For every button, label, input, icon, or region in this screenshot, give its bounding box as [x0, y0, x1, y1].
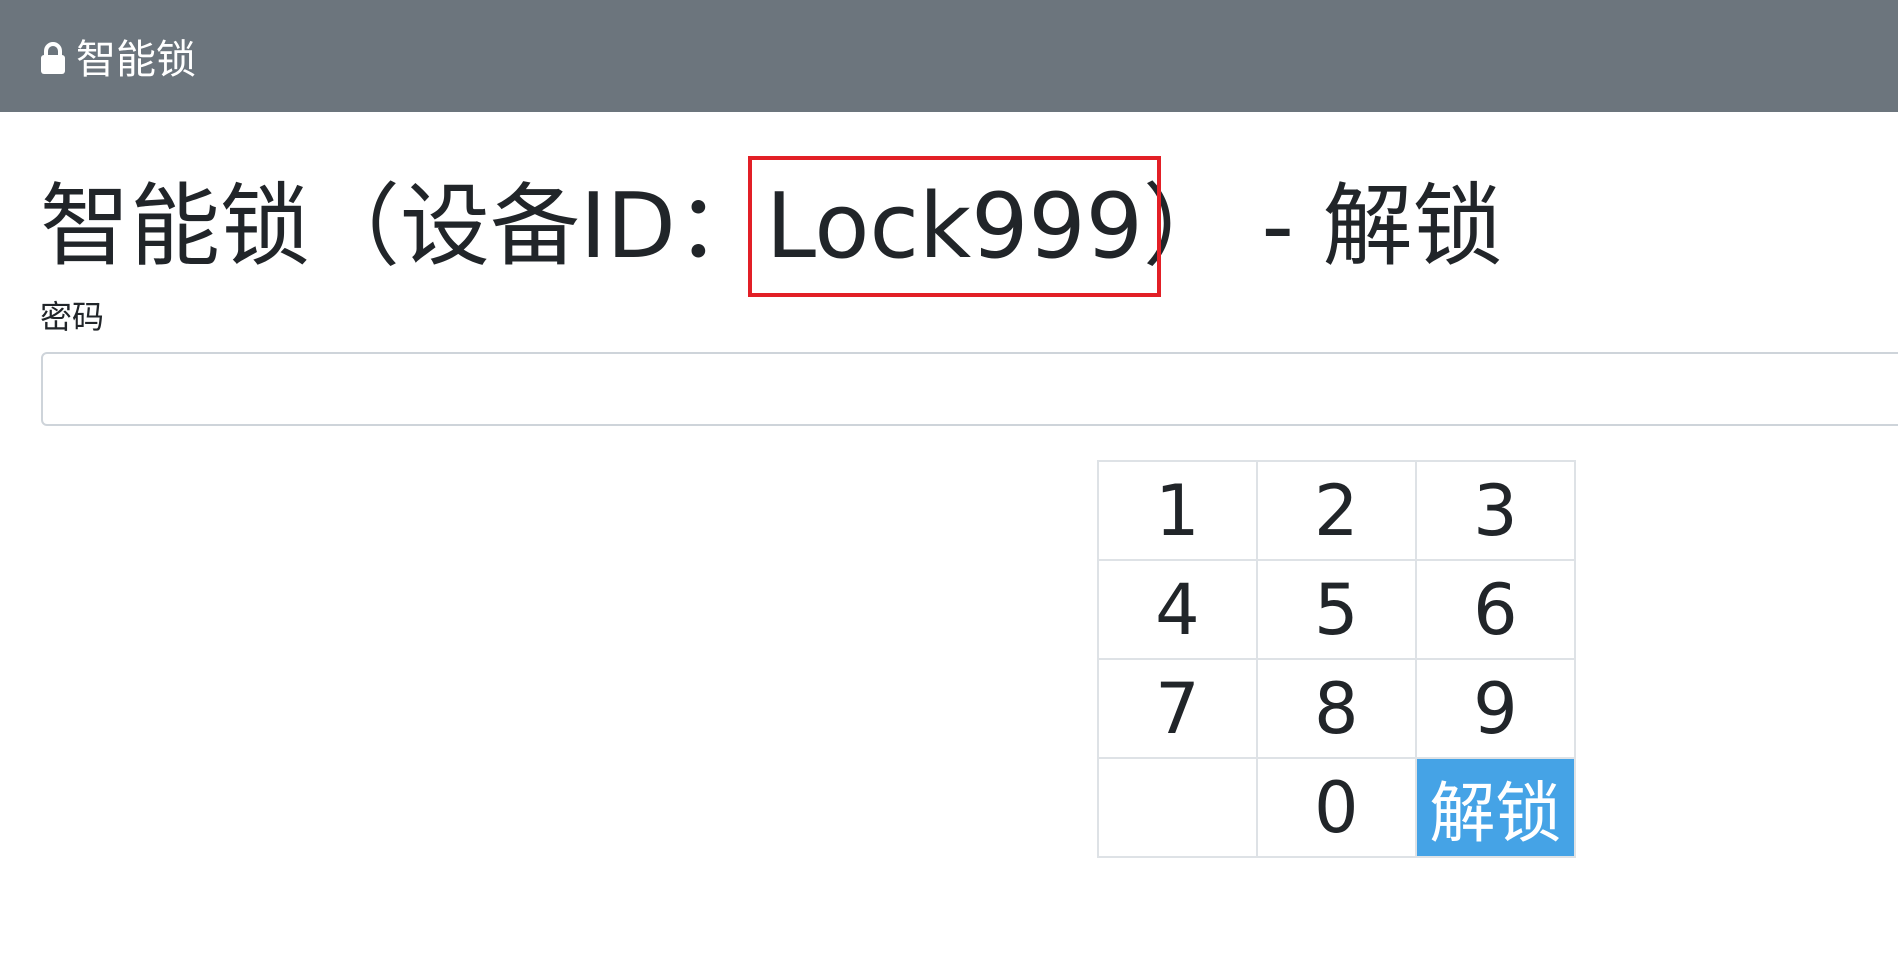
navbar-brand-label: 智能锁 [76, 37, 196, 83]
navbar: 智能锁 [0, 0, 1898, 112]
title-suffix: ） - 解锁 [1142, 174, 1503, 279]
keypad: 1 2 3 4 5 6 7 8 9 0 解锁 [1097, 460, 1577, 858]
key-9[interactable]: 9 [1414, 658, 1577, 759]
key-8[interactable]: 8 [1255, 658, 1417, 759]
key-4[interactable]: 4 [1097, 559, 1258, 660]
navbar-brand[interactable]: 智能锁 [40, 27, 196, 85]
key-7[interactable]: 7 [1097, 658, 1258, 759]
password-label: 密码 [40, 298, 105, 336]
keypad-row: 1 2 3 [1097, 460, 1577, 561]
key-0[interactable]: 0 [1255, 757, 1417, 858]
key-6[interactable]: 6 [1414, 559, 1577, 660]
keypad-row: 0 解锁 [1097, 757, 1577, 858]
keypad-row: 7 8 9 [1097, 658, 1577, 759]
key-5[interactable]: 5 [1255, 559, 1417, 660]
page-title: 智能锁（设备ID：Lock999） - 解锁 [40, 156, 1503, 297]
keypad-row: 4 5 6 [1097, 559, 1577, 660]
key-1[interactable]: 1 [1097, 460, 1258, 561]
key-3[interactable]: 3 [1414, 460, 1577, 561]
key-empty [1097, 757, 1258, 858]
lock-icon [40, 39, 66, 74]
unlock-button[interactable]: 解锁 [1414, 757, 1577, 858]
title-prefix: 智能锁（设备ID： [40, 174, 766, 279]
password-input[interactable] [41, 352, 1898, 426]
device-id: Lock999 [747, 156, 1161, 297]
key-2[interactable]: 2 [1255, 460, 1417, 561]
